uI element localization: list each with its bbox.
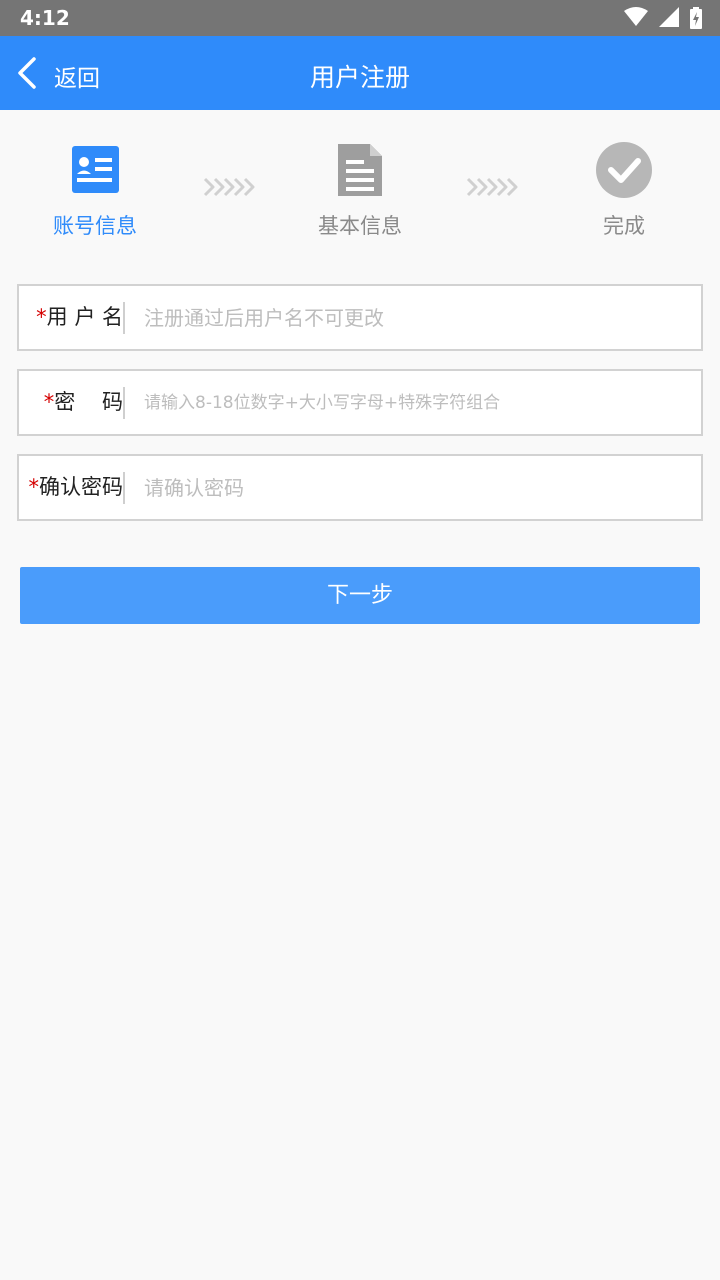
required-mark: * bbox=[36, 305, 47, 329]
confirm-password-field: *确认密码 bbox=[17, 454, 703, 521]
step-account-info: 账号信息 bbox=[25, 140, 165, 240]
step-label: 账号信息 bbox=[53, 214, 137, 238]
next-step-button[interactable]: 下一步 bbox=[20, 567, 700, 624]
app-bar: 返回 用户注册 bbox=[0, 36, 720, 110]
check-circle-icon bbox=[594, 140, 654, 200]
wifi-icon bbox=[623, 7, 648, 26]
status-time: 4:12 bbox=[20, 6, 70, 30]
confirm-password-label: *确认密码 bbox=[28, 475, 124, 499]
chevrons-right-icon bbox=[203, 177, 255, 197]
step-label: 完成 bbox=[603, 214, 645, 238]
status-icons bbox=[618, 7, 702, 29]
chevrons-right-icon bbox=[466, 177, 518, 197]
battery-icon bbox=[690, 7, 702, 29]
required-mark: * bbox=[28, 475, 40, 499]
username-field: *用 户 名 bbox=[17, 284, 703, 351]
step-indicator: 账号信息 基本信息 完成 bbox=[0, 110, 720, 260]
step-label: 基本信息 bbox=[318, 214, 402, 238]
username-label: *用 户 名 bbox=[36, 305, 123, 329]
document-icon bbox=[330, 140, 390, 200]
password-label: *密 码 bbox=[43, 390, 123, 414]
username-input[interactable] bbox=[144, 286, 694, 349]
confirm-password-input[interactable] bbox=[144, 456, 694, 519]
required-mark: * bbox=[43, 390, 55, 414]
field-divider bbox=[123, 302, 125, 334]
step-complete: 完成 bbox=[554, 140, 694, 240]
step-basic-info: 基本信息 bbox=[290, 140, 430, 240]
password-field: *密 码 bbox=[17, 369, 703, 436]
signal-icon bbox=[658, 7, 679, 27]
field-divider bbox=[123, 387, 125, 419]
id-card-icon bbox=[65, 140, 125, 200]
status-bar: 4:12 bbox=[0, 0, 720, 36]
password-input[interactable] bbox=[144, 371, 694, 434]
page-title: 用户注册 bbox=[309, 63, 410, 92]
field-divider bbox=[123, 472, 125, 504]
